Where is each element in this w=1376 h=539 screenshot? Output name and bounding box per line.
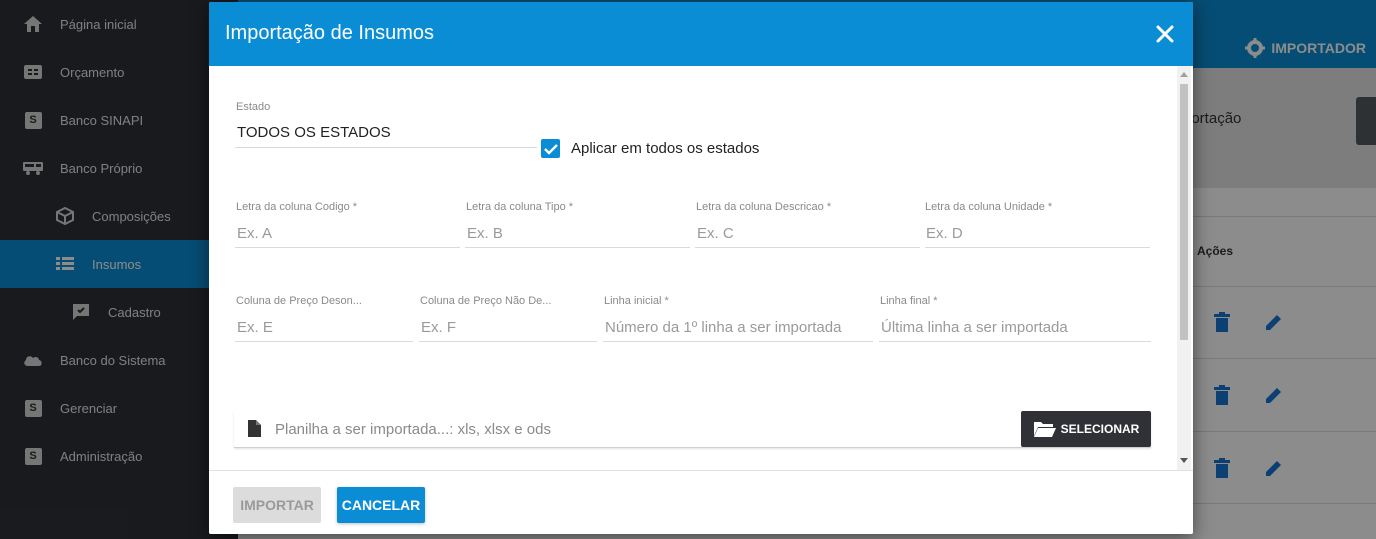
preco-nao-desonerado-label: Coluna de Preço Não De...: [420, 295, 552, 307]
tipo-label: Letra da coluna Tipo *: [466, 201, 574, 213]
import-button[interactable]: IMPORTAR: [233, 487, 321, 523]
unidade-underline: [925, 247, 1150, 248]
close-icon: [1156, 25, 1174, 43]
apply-all-label[interactable]: Aplicar em todos os estados: [571, 140, 759, 157]
linha-final-input[interactable]: Última linha a ser importada: [881, 319, 1068, 336]
file-icon: [248, 420, 261, 437]
unidade-input[interactable]: Ex. D: [926, 225, 963, 242]
preco-nao-desonerado-underline: [419, 341, 597, 342]
scroll-thumb[interactable]: [1180, 84, 1188, 340]
preco-desonerado-underline: [235, 341, 413, 342]
cancel-button[interactable]: CANCELAR: [337, 487, 425, 523]
descricao-input[interactable]: Ex. C: [697, 225, 734, 242]
codigo-input[interactable]: Ex. A: [237, 225, 272, 242]
modal-header: Importação de Insumos: [209, 2, 1193, 66]
linha-inicial-input[interactable]: Número da 1º linha a ser importada: [605, 319, 841, 336]
modal-scrollbar[interactable]: [1177, 66, 1191, 470]
estado-underline: [235, 147, 537, 148]
preco-desonerado-label: Coluna de Preço Deson...: [236, 295, 362, 307]
linha-final-underline: [879, 341, 1151, 342]
descricao-underline: [695, 247, 920, 248]
modal-footer: IMPORTAR CANCELAR: [209, 470, 1193, 534]
descricao-label: Letra da coluna Descricao *: [696, 201, 832, 213]
tipo-underline: [465, 247, 690, 248]
codigo-underline: [235, 247, 460, 248]
linha-inicial-underline: [603, 341, 873, 342]
preco-desonerado-input[interactable]: Ex. E: [237, 319, 273, 336]
scroll-up-icon[interactable]: [1180, 72, 1188, 77]
codigo-label: Letra da coluna Codigo *: [236, 201, 358, 213]
linha-inicial-label: Linha inicial *: [604, 295, 669, 307]
preco-nao-desonerado-input[interactable]: Ex. F: [421, 319, 456, 336]
modal-title: Importação de Insumos: [225, 22, 434, 44]
file-placeholder: Planilha a ser importada...: xls, xlsx e…: [275, 421, 551, 438]
estado-select[interactable]: TODOS OS ESTADOS: [237, 124, 391, 141]
folder-open-icon: [1033, 422, 1056, 437]
scroll-down-icon[interactable]: [1180, 458, 1188, 463]
file-picker[interactable]: Planilha a ser importada...: xls, xlsx e…: [234, 411, 1151, 448]
tipo-input[interactable]: Ex. B: [467, 225, 503, 242]
select-file-button[interactable]: SELECIONAR: [1021, 411, 1151, 447]
unidade-label: Letra da coluna Unidade *: [925, 201, 1053, 213]
check-icon: [543, 143, 558, 155]
linha-final-label: Linha final *: [880, 295, 938, 307]
estado-label: Estado: [236, 101, 271, 113]
import-modal: Importação de Insumos Estado TODOS OS ES…: [209, 2, 1193, 534]
select-file-label: SELECIONAR: [1060, 422, 1140, 436]
apply-all-checkbox[interactable]: [541, 139, 560, 158]
close-button[interactable]: [1153, 22, 1177, 46]
